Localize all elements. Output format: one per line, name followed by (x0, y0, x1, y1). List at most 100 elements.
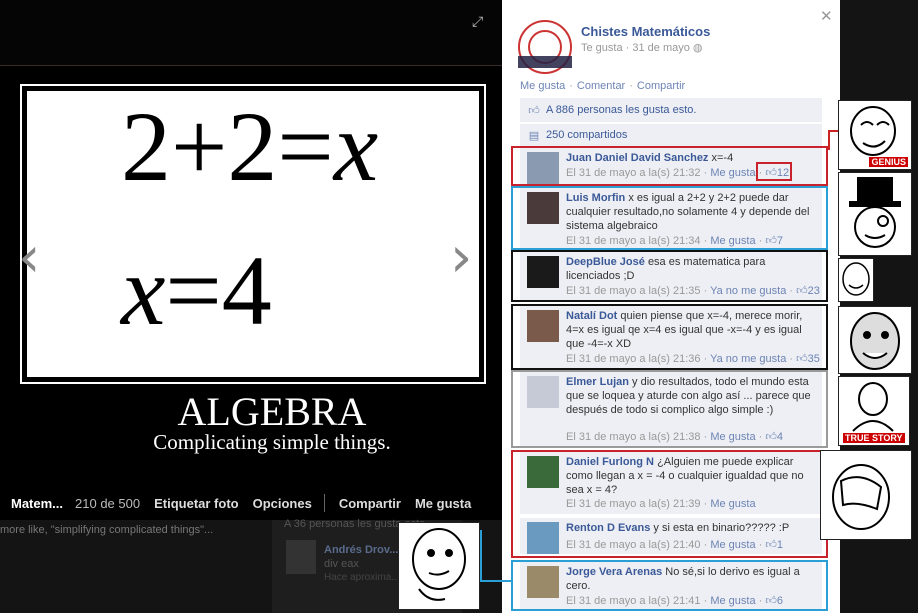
comment-meta: El 31 de mayo a la(s) 21:32 · Me gusta ·… (566, 166, 790, 179)
comment-author[interactable]: DeepBlue José (566, 256, 645, 268)
connector-line (828, 130, 838, 132)
comment-like-link[interactable]: Me gusta (710, 595, 755, 607)
top-hat-face-image (838, 172, 912, 256)
comment-like-count[interactable]: 6 (777, 595, 783, 607)
thinking-face-image (398, 522, 480, 610)
genius-label: GENIUS (869, 157, 908, 167)
share-link[interactable]: Compartir (637, 80, 685, 92)
comment-like-count[interactable]: 35 (808, 353, 820, 365)
page-name[interactable]: Chistes Matemáticos (581, 24, 710, 39)
photo-action-bar: Matem... 210 de 500 Etiquetar foto Opcio… (0, 490, 502, 516)
thumbs-up-icon: 👍︎ (528, 103, 540, 117)
smiling-face-image (838, 258, 874, 302)
share-icon: ▤ (528, 128, 540, 142)
comment-like-count[interactable]: 4 (777, 431, 783, 443)
avatar[interactable] (527, 192, 559, 224)
comment-meta: El 31 de mayo a la(s) 21:41 · Me gusta ·… (566, 594, 783, 607)
background-caption: more like, "simplifying complicated thin… (0, 524, 214, 536)
true-story-face-image: TRUE STORY (838, 376, 910, 446)
poster-subtitle: Complicating simple things. (153, 430, 391, 454)
avatar[interactable] (527, 152, 559, 184)
equation-line-1: 2+2=x (121, 91, 379, 202)
globe-icon: ◍ (692, 41, 703, 54)
comment-like-link[interactable]: Ya no me gusta (710, 285, 786, 297)
comment-author[interactable]: Daniel Furlong N (566, 456, 654, 468)
comment-like-link[interactable]: Me gusta (710, 539, 755, 551)
avatar[interactable] (527, 456, 559, 488)
comment-item: Natalí Dot quien piense que x=-4, merece… (520, 306, 822, 368)
comment-meta: El 31 de mayo a la(s) 21:34 · Me gusta ·… (566, 234, 783, 247)
page-logo[interactable] (518, 20, 572, 74)
comment-like-link[interactable]: Me gusta (710, 235, 755, 247)
comment-author[interactable]: Juan Daniel David Sanchez (566, 152, 708, 164)
comment-text: y si esta en binario????? :P (653, 522, 790, 534)
like-count-icon: 👍︎ (765, 538, 777, 551)
close-icon[interactable]: ✕ (820, 7, 833, 25)
comment-like-link[interactable]: Me gusta (710, 167, 755, 179)
comment-item: Daniel Furlong N ¿Alguien me puede expli… (520, 452, 822, 514)
avatar (286, 540, 316, 574)
like-count-icon: 👍︎ (796, 352, 808, 365)
comment-author[interactable]: Natalí Dot (566, 310, 617, 322)
avatar[interactable] (527, 376, 559, 408)
album-link[interactable]: Matem... (11, 496, 63, 511)
comment-link[interactable]: Comentar (577, 80, 625, 92)
avatar[interactable] (527, 566, 559, 598)
comment-text: x=-4 (711, 152, 734, 164)
like-count-icon: 👍︎ (765, 594, 777, 607)
comment-item: Jorge Vera Arenas No sé,si lo derivo es … (520, 562, 822, 610)
comment-like-link[interactable]: Ya no me gusta (710, 353, 786, 365)
like-count-icon: 👍︎ (765, 234, 777, 247)
comment-author[interactable]: Renton D Evans (566, 522, 650, 534)
equation-line-2: x=4 (121, 235, 272, 346)
comment-item: DeepBlue José esa es matematica para lic… (520, 252, 822, 300)
comment-meta: El 31 de mayo a la(s) 21:36 · Ya no me g… (566, 352, 820, 365)
poster: 2+2=x x=4 (27, 91, 479, 377)
comment-meta: El 31 de mayo a la(s) 21:38 · Me gusta ·… (566, 430, 783, 443)
comment-meta: El 31 de mayo a la(s) 21:40 · Me gusta ·… (566, 538, 783, 551)
connector-line (480, 530, 482, 582)
comment-item: Renton D Evans y si esta en binario?????… (520, 518, 822, 554)
comment-meta: El 31 de mayo a la(s) 21:39 · Me gusta (566, 498, 756, 510)
shares-summary[interactable]: ▤ 250 compartidos (520, 124, 822, 146)
poster-title: ALGEBRA (177, 389, 367, 434)
comment-author[interactable]: Elmer Lujan (566, 376, 629, 388)
background-comment-author: Andrés Drov... (324, 544, 399, 556)
comment-like-link[interactable]: Me gusta (710, 431, 755, 443)
page-meta: Te gusta · 31 de mayo ◍ (581, 41, 703, 54)
like-count-icon: 👍︎ (796, 284, 808, 297)
avatar[interactable] (527, 310, 559, 342)
background-comment-time: Hace aproxima... (324, 572, 400, 583)
connector-line (828, 130, 830, 150)
comment-like-count[interactable]: 23 (808, 285, 820, 297)
avatar[interactable] (527, 256, 559, 288)
like-count-icon: 👍︎ (765, 166, 777, 179)
comment-like-count[interactable]: 1 (777, 539, 783, 551)
like-photo-button[interactable]: Me gusta (415, 496, 471, 511)
like-count-icon: 👍︎ (765, 430, 777, 443)
comment-author[interactable]: Jorge Vera Arenas (566, 566, 662, 578)
viewer-top-bar (0, 0, 502, 66)
comment-author[interactable]: Luis Morfin (566, 192, 625, 204)
next-photo-icon[interactable]: › (450, 230, 472, 286)
facepalm-face-image (820, 450, 912, 540)
likes-summary[interactable]: 👍︎ A 886 personas les gusta esto. (520, 98, 822, 122)
comment-like-count[interactable]: 7 (777, 235, 783, 247)
background-comment-text: div eax (324, 558, 359, 570)
like-post-link[interactable]: Me gusta (520, 80, 565, 92)
comment-like-link[interactable]: Me gusta (710, 498, 755, 510)
genius-face-image: GENIUS (838, 100, 912, 170)
options-button[interactable]: Opciones (253, 496, 312, 511)
post-actions: Me gusta · Comentar · Compartir (520, 80, 686, 92)
expand-icon[interactable]: ⤢ (472, 14, 483, 30)
avatar[interactable] (527, 522, 559, 554)
connector-line (480, 580, 512, 582)
tag-photo-button[interactable]: Etiquetar foto (154, 496, 239, 511)
share-button[interactable]: Compartir (339, 496, 401, 511)
true-story-label: TRUE STORY (843, 433, 905, 443)
comment-item: Elmer Lujan y dio resultados, todo el mu… (520, 372, 822, 446)
comment-like-count[interactable]: 12 (777, 167, 789, 179)
comment-meta: El 31 de mayo a la(s) 21:35 · Ya no me g… (566, 284, 820, 297)
previous-photo-icon[interactable]: ‹ (18, 230, 40, 286)
photo-position: 210 de 500 (75, 495, 141, 511)
